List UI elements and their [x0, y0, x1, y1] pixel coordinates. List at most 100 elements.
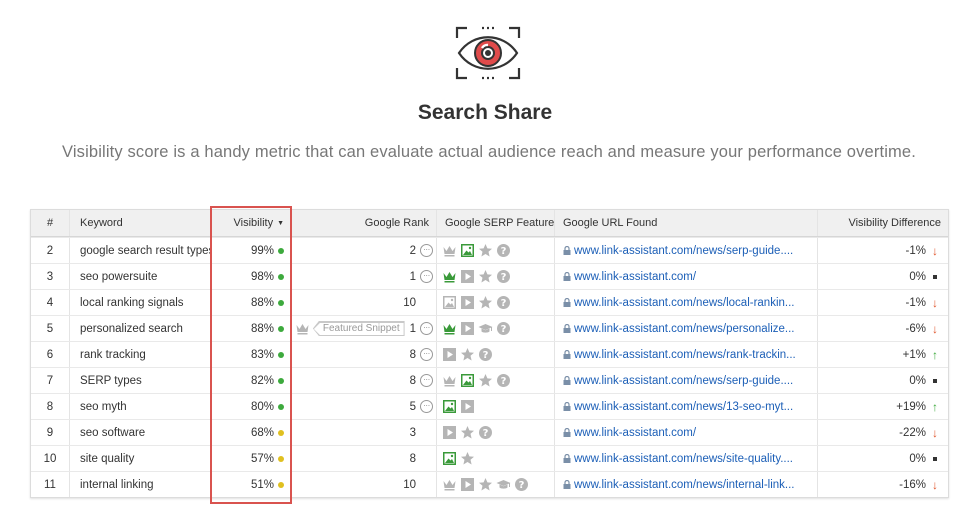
- rank-value: 1: [409, 270, 416, 283]
- visibility-difference-cell: 0%: [817, 446, 950, 471]
- table-header-row: # Keyword Visibility ▼ Google Rank Googl…: [31, 210, 948, 237]
- column-header-google-rank[interactable]: Google Rank: [291, 210, 436, 236]
- visibility-status-dot: [278, 455, 284, 462]
- more-dots-icon[interactable]: ···: [420, 244, 433, 257]
- keyword-cell: seo myth: [69, 394, 211, 419]
- table-row[interactable]: 10 site quality 57% 8 www.link-assistant…: [31, 445, 948, 471]
- image-icon: [460, 243, 475, 258]
- serp-features-cell: [436, 394, 554, 419]
- no-change-icon: [933, 274, 937, 279]
- page-subtitle: Visibility score is a handy metric that …: [62, 143, 916, 161]
- more-dots-icon[interactable]: ···: [420, 270, 433, 283]
- row-number: 5: [46, 322, 54, 335]
- table-row[interactable]: 6 rank tracking 83% 8 ··· ? www.link-ass…: [31, 341, 948, 367]
- difference-value: 0%: [909, 374, 926, 387]
- serp-features-cell: ?: [436, 368, 554, 393]
- google-rank-cell: 1 ···: [291, 264, 436, 289]
- url-link[interactable]: www.link-assistant.com/news/13-seo-myt..…: [574, 401, 793, 413]
- question-icon: ?: [478, 425, 493, 440]
- column-header-serp-features[interactable]: Google SERP Features: [436, 210, 554, 236]
- column-header-url[interactable]: Google URL Found: [554, 210, 817, 236]
- lock-icon: [563, 454, 571, 463]
- visibility-value: 80%: [250, 400, 274, 413]
- url-link[interactable]: www.link-assistant.com/news/site-quality…: [574, 453, 793, 465]
- table-row[interactable]: 9 seo software 68% 3 ? www.link-assistan…: [31, 419, 948, 445]
- visibility-cell: 51%: [211, 472, 291, 497]
- table-row[interactable]: 7 SERP types 82% 8 ··· ? www.link-assist…: [31, 367, 948, 393]
- visibility-cell: 99%: [211, 238, 291, 263]
- visibility-status-dot: [278, 429, 284, 436]
- table-row[interactable]: 8 seo myth 80% 5 ··· www.link-assistant.…: [31, 393, 948, 419]
- svg-text:?: ?: [501, 272, 507, 283]
- more-dots-icon[interactable]: ···: [420, 400, 433, 413]
- no-change-icon: [933, 378, 937, 383]
- lock-icon: [563, 480, 571, 489]
- rank-value: 8: [409, 348, 416, 361]
- url-link[interactable]: www.link-assistant.com/news/personalize.…: [574, 323, 795, 335]
- url-link[interactable]: www.link-assistant.com/news/serp-guide..…: [574, 375, 793, 387]
- lock-icon: [563, 402, 571, 411]
- keyword-cell: SERP types: [69, 368, 211, 393]
- rank-value: 3: [409, 426, 416, 439]
- visibility-value: 57%: [250, 452, 274, 465]
- arrow-down-icon: ↓: [932, 243, 938, 258]
- url-cell: www.link-assistant.com/news/serp-guide..…: [554, 238, 817, 263]
- video-play-icon: [460, 269, 475, 284]
- video-play-icon: [460, 477, 475, 492]
- visibility-status-dot: [278, 377, 284, 384]
- google-rank-cell: 10: [291, 472, 436, 497]
- column-header-number[interactable]: #: [31, 210, 69, 236]
- page-title: Search Share: [417, 101, 553, 124]
- keywords-table: # Keyword Visibility ▼ Google Rank Googl…: [30, 209, 949, 498]
- table-body: 2 google search result types 99% 2 ··· ?…: [31, 237, 948, 497]
- visibility-status-dot: [278, 481, 284, 488]
- column-header-visibility-difference[interactable]: Visibility Difference: [817, 210, 950, 236]
- visibility-difference-cell: -16% ↓: [817, 472, 950, 497]
- table-row[interactable]: 11 internal linking 51% 10 ? www.link-as…: [31, 471, 948, 497]
- url-link[interactable]: www.link-assistant.com/news/rank-trackin…: [574, 349, 796, 361]
- visibility-cell: 82%: [211, 368, 291, 393]
- google-rank-cell: 2 ···: [291, 238, 436, 263]
- keyword-cell: seo powersuite: [69, 264, 211, 289]
- keyword-cell: internal linking: [69, 472, 211, 497]
- image-icon: [460, 373, 475, 388]
- svg-text:?: ?: [501, 376, 507, 387]
- url-link[interactable]: www.link-assistant.com/news/local-rankin…: [574, 297, 795, 309]
- url-link[interactable]: www.link-assistant.com/: [574, 271, 696, 283]
- visibility-status-dot: [278, 299, 284, 306]
- visibility-cell: 83%: [211, 342, 291, 367]
- lock-icon: [563, 298, 571, 307]
- url-cell: www.link-assistant.com/: [554, 264, 817, 289]
- more-dots-icon[interactable]: ···: [420, 374, 433, 387]
- crown-icon: [442, 373, 457, 388]
- more-dots-icon[interactable]: ···: [420, 348, 433, 361]
- no-change-icon: [933, 456, 937, 461]
- row-number: 4: [46, 296, 54, 309]
- table-row[interactable]: 5 personalized search 88% Featured Snipp…: [31, 315, 948, 341]
- table-row[interactable]: 4 local ranking signals 88% 10 ? www.lin…: [31, 289, 948, 315]
- star-icon: [460, 451, 475, 466]
- url-link[interactable]: www.link-assistant.com/news/serp-guide..…: [574, 245, 793, 257]
- google-rank-cell: 5 ···: [291, 394, 436, 419]
- column-header-keyword[interactable]: Keyword: [69, 210, 211, 236]
- crown-icon: [295, 321, 310, 336]
- lock-icon: [563, 376, 571, 385]
- svg-text:?: ?: [483, 350, 489, 361]
- serp-features-cell: ?: [436, 420, 554, 445]
- row-number: 9: [46, 426, 54, 439]
- url-link[interactable]: www.link-assistant.com/: [574, 427, 696, 439]
- serp-features-cell: ?: [436, 472, 554, 497]
- mortarboard-icon: [478, 321, 493, 336]
- rank-value: 10: [403, 478, 416, 491]
- crown-icon: [442, 243, 457, 258]
- keyword-cell: personalized search: [69, 316, 211, 341]
- table-row[interactable]: 2 google search result types 99% 2 ··· ?…: [31, 237, 948, 263]
- visibility-status-dot: [278, 403, 284, 410]
- question-icon: ?: [496, 243, 511, 258]
- serp-features-cell: ?: [436, 238, 554, 263]
- url-link[interactable]: www.link-assistant.com/news/internal-lin…: [574, 479, 795, 491]
- more-dots-icon[interactable]: ···: [420, 322, 433, 335]
- table-row[interactable]: 3 seo powersuite 98% 1 ··· ? www.link-as…: [31, 263, 948, 289]
- column-header-visibility[interactable]: Visibility ▼: [211, 210, 291, 236]
- visibility-value: 88%: [250, 322, 274, 335]
